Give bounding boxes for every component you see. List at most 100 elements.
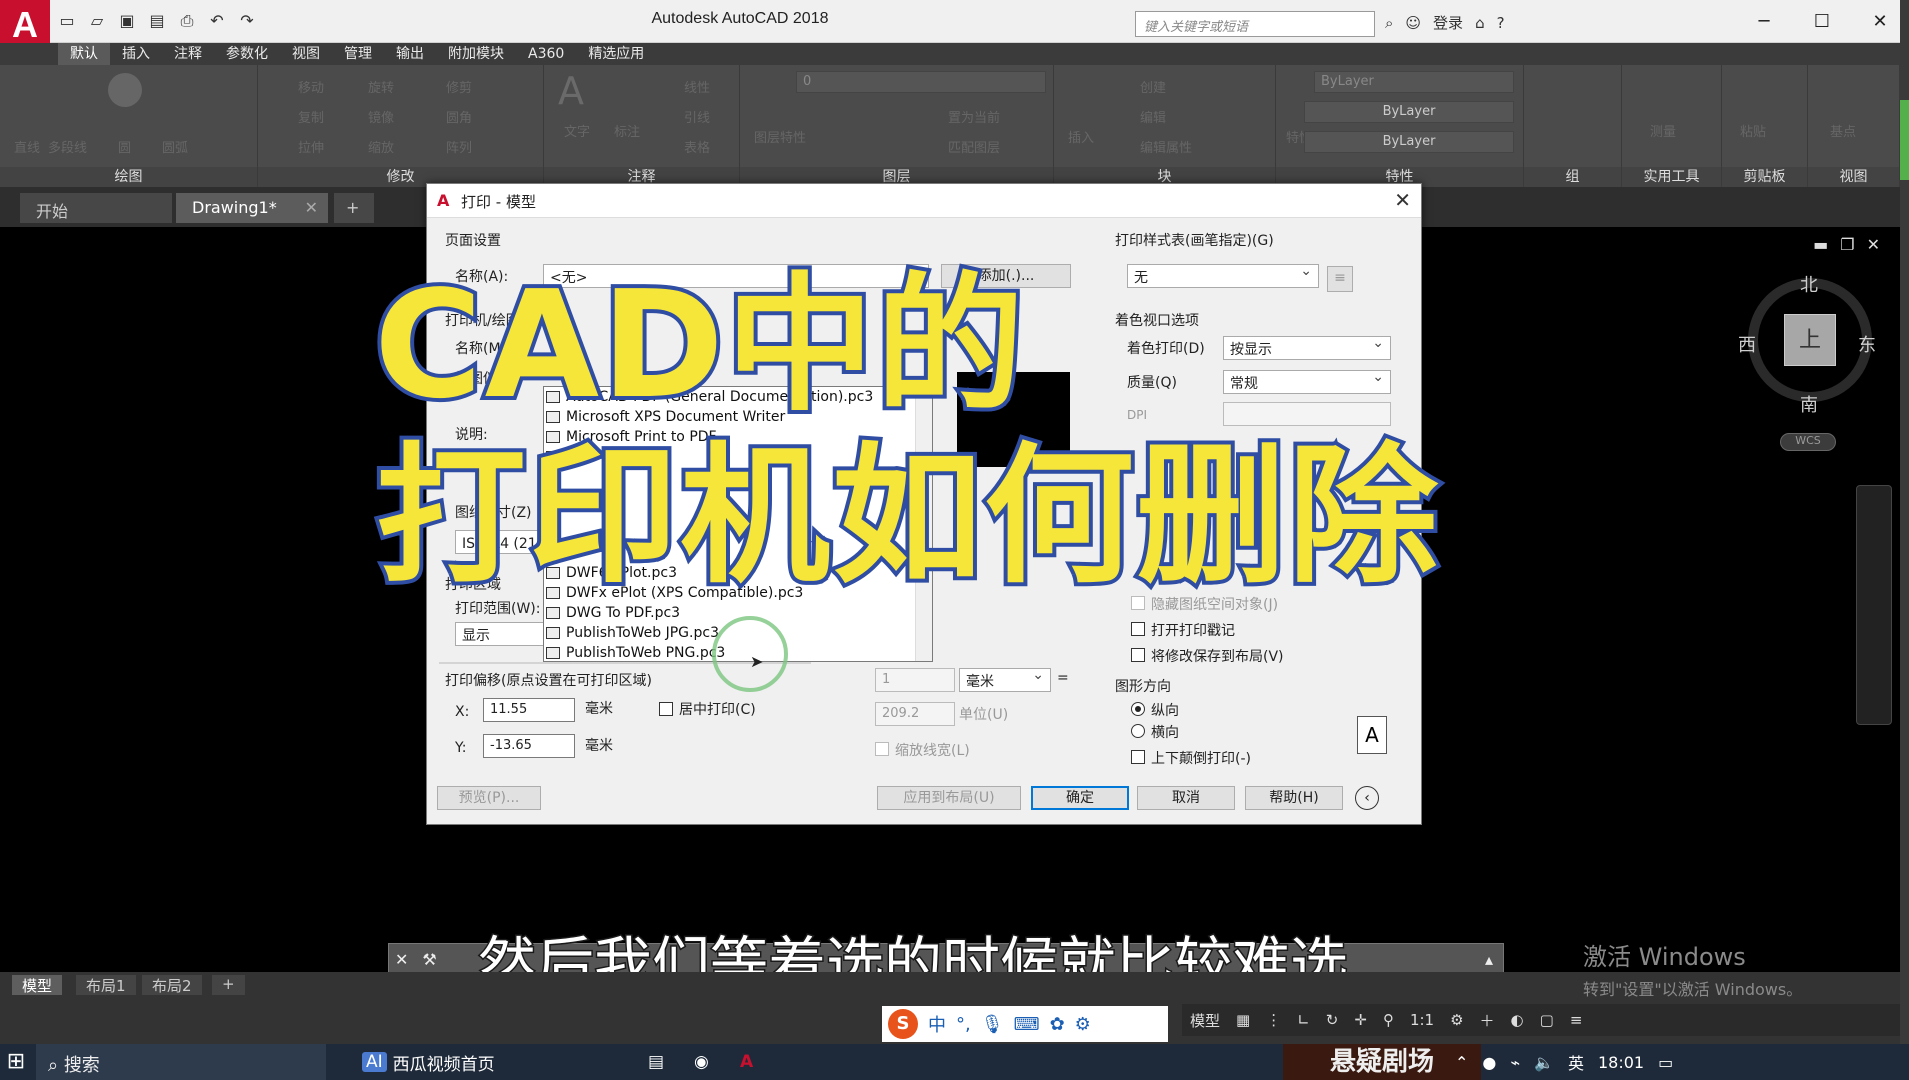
taskbar-search[interactable]: ⌕ 搜索 [36,1044,326,1080]
group-title[interactable]: 组 [1524,167,1621,187]
group-title[interactable]: 视图 [1808,167,1899,187]
shade-plot-select[interactable]: 按显示 [1223,335,1391,360]
compass-west[interactable]: 西 [1738,331,1756,357]
tray-chevron-icon[interactable]: ⌃ [1455,1053,1468,1072]
network-icon[interactable]: ⌁ [1510,1053,1520,1072]
snap-icon[interactable]: ⋮ [1266,1011,1281,1029]
y-offset-input[interactable]: -13.65 [483,734,575,758]
taskbar-file-explorer[interactable]: ▤ [648,1048,664,1076]
tab-layout2[interactable]: 布局2 [142,975,202,995]
compass-south[interactable]: 南 [1800,391,1818,417]
model-space-button[interactable]: 模型 [1190,1010,1220,1031]
circle-tool[interactable]: 圆 [118,137,131,156]
viewcube[interactable]: 上 [1784,314,1836,366]
array-tool[interactable]: 阵列 [446,137,472,156]
volume-icon[interactable]: 🔈 [1534,1053,1554,1072]
clock[interactable]: 18:01 [1598,1053,1644,1072]
viewport-close-icon[interactable]: ✕ [1867,235,1880,254]
tab-view[interactable]: 视图 [280,43,332,65]
notification-icon[interactable]: ▭ [1658,1053,1673,1072]
settings-icon[interactable]: ⚙ [1075,1014,1091,1035]
skin-icon[interactable]: ✿ [1050,1014,1065,1035]
tab-a360[interactable]: A360 [516,43,576,65]
layer-properties-tool[interactable]: 图层特性 [754,127,806,146]
color-select[interactable]: ByLayer [1314,71,1514,93]
keyword-search-input[interactable]: 键入关键字或短语 [1135,11,1375,37]
table-tool[interactable]: 表格 [684,137,710,156]
x-offset-input[interactable]: 11.55 [483,698,575,722]
plot-stamp-checkbox[interactable] [1131,622,1145,636]
group-title[interactable]: 绘图 [0,167,257,187]
edit-attributes-tool[interactable]: 编辑属性 [1140,137,1192,156]
tab-featured-apps[interactable]: 精选应用 [576,43,656,65]
ortho-icon[interactable]: ∟ [1297,1011,1310,1029]
leader-tool[interactable]: 引线 [684,107,710,126]
workspace-icon[interactable]: ◐ [1511,1011,1524,1029]
scale-unit-select[interactable]: 毫米 [959,667,1051,692]
compass-east[interactable]: 东 [1858,331,1876,357]
new-icon[interactable]: ▭ [56,10,78,32]
taskbar-browser[interactable]: ◉ [694,1048,709,1076]
wcs-menu[interactable]: WCS [1780,433,1836,451]
sogou-icon[interactable]: S [888,1009,918,1039]
edit-style-icon[interactable]: ≡ [1327,266,1353,292]
tab-annotate[interactable]: 注释 [162,43,214,65]
group-title[interactable]: 剪贴板 [1722,167,1807,187]
osnap-icon[interactable]: ✛ [1354,1011,1367,1029]
portrait-radio[interactable] [1131,702,1145,716]
upside-down-checkbox[interactable] [1131,750,1145,764]
arc-tool[interactable]: 圆弧 [162,137,188,156]
tab-start[interactable]: 开始 [20,193,172,223]
scale-input-2[interactable]: 209.2 [875,702,955,726]
ime-punct-mode[interactable]: °, [956,1014,971,1035]
make-current-tool[interactable]: 置为当前 [948,107,1000,126]
trim-tool[interactable]: 修剪 [446,77,472,96]
landscape-radio[interactable] [1131,724,1145,738]
compass-north[interactable]: 北 [1800,271,1818,297]
plot-style-select[interactable]: 无 [1127,263,1319,288]
open-icon[interactable]: ▱ [86,10,108,32]
microphone-icon[interactable]: 🎙 [981,1014,1004,1035]
fillet-tool[interactable]: 圆角 [446,107,472,126]
help-button[interactable]: 帮助(H) [1245,786,1343,810]
copy-tool[interactable]: 复制 [298,107,324,126]
save-to-layout-checkbox[interactable] [1131,648,1145,662]
undo-icon[interactable]: ↶ [206,10,228,32]
center-plot-checkbox[interactable] [659,702,673,716]
measure-tool[interactable]: 测量 [1650,121,1676,140]
scale-tool[interactable]: 缩放 [368,137,394,156]
tab-default[interactable]: 默认 [58,43,110,65]
save-as-icon[interactable]: ▤ [146,10,168,32]
windows-start-icon[interactable]: ⊞ [0,1044,32,1080]
help-icon[interactable]: ? [1497,14,1505,32]
fullscreen-icon[interactable]: ▢ [1540,1011,1554,1029]
group-title[interactable]: 实用工具 [1622,167,1721,187]
close-tab-icon[interactable]: ✕ [305,198,318,217]
tab-drawing1[interactable]: Drawing1* ✕ [176,193,328,223]
minimize-icon[interactable]: ─ [1735,0,1793,43]
scale-lineweights-checkbox[interactable] [875,742,889,756]
polyline-tool[interactable]: 多段线 [48,137,87,156]
new-tab-button[interactable]: + [334,193,374,223]
tab-parametric[interactable]: 参数化 [214,43,280,65]
command-history-icon[interactable]: ▴ [1485,950,1493,969]
line-tool[interactable]: 直线 [14,137,40,156]
plus-icon[interactable]: ＋ [1480,1010,1495,1031]
menu-icon[interactable]: ≡ [1570,1011,1583,1029]
save-icon[interactable]: ▣ [116,10,138,32]
quality-select[interactable]: 常规 [1223,369,1391,394]
ok-button[interactable]: 确定 [1031,786,1129,810]
apply-to-layout-button[interactable]: 应用到布局(U) [877,786,1021,810]
ime-chinese-mode[interactable]: 中 [928,1011,946,1037]
polar-icon[interactable]: ↻ [1326,1011,1339,1029]
linear-tool[interactable]: 线性 [684,77,710,96]
taskbar-app-xigua[interactable]: AI 西瓜视频首页 [362,1048,495,1076]
print-icon[interactable]: ⎙ [176,10,198,32]
navigation-bar[interactable] [1856,485,1892,725]
close-command-line-icon[interactable]: ✕ [395,950,408,969]
login-link[interactable]: 登录 [1433,12,1463,33]
tab-layout1[interactable]: 布局1 [76,975,136,995]
tab-insert[interactable]: 插入 [110,43,162,65]
ime-lang[interactable]: 英 [1568,1050,1584,1074]
edit-block-tool[interactable]: 编辑 [1140,107,1166,126]
